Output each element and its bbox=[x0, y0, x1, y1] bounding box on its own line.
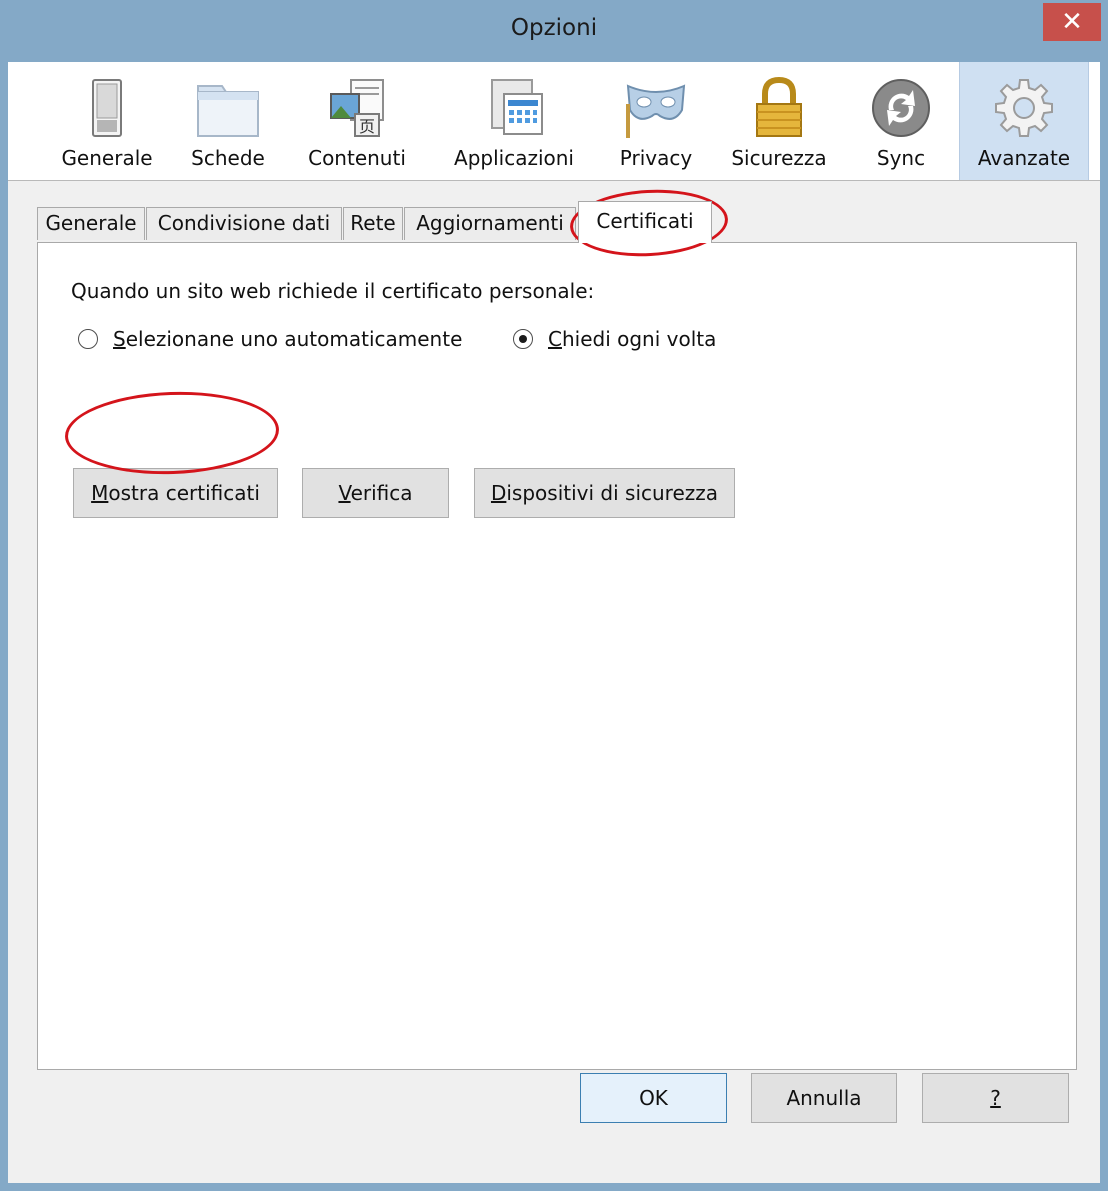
accesskey-letter: D bbox=[490, 481, 507, 505]
pane-label: Applicazioni bbox=[454, 146, 574, 170]
pane-toolbar: Generale Schede 页 Contenuti Applicazioni… bbox=[8, 62, 1100, 181]
ok-button[interactable]: OK bbox=[580, 1073, 727, 1123]
pane-contenuti[interactable]: 页 Contenuti bbox=[298, 62, 416, 180]
radio-label-rest: hiedi ogni volta bbox=[561, 327, 717, 351]
help-label: ? bbox=[990, 1086, 1001, 1110]
dialog-client-area: Generale Schede 页 Contenuti Applicazioni… bbox=[8, 62, 1100, 1183]
accesskey-letter: C bbox=[548, 327, 562, 351]
tab-aggiornamenti[interactable]: Aggiornamenti bbox=[404, 207, 576, 240]
pane-label: Generale bbox=[61, 146, 153, 170]
tab-condivisione-dati[interactable]: Condivisione dati bbox=[146, 207, 342, 240]
pane-avanzate[interactable]: Avanzate bbox=[959, 62, 1089, 180]
cancel-button[interactable]: Annulla bbox=[751, 1073, 897, 1123]
pane-label: Privacy bbox=[619, 146, 693, 170]
tab-rete[interactable]: Rete bbox=[343, 207, 403, 240]
show-certificates-button[interactable]: Mostra certificati bbox=[73, 468, 278, 518]
help-button[interactable]: ? bbox=[922, 1073, 1069, 1123]
radio-button[interactable] bbox=[78, 329, 98, 349]
privacy-mask-icon bbox=[626, 84, 686, 138]
radio-label-rest: elezionane uno automaticamente bbox=[125, 327, 463, 351]
toggle-switch-icon bbox=[92, 79, 122, 137]
sync-icon bbox=[872, 79, 930, 137]
pane-privacy[interactable]: Privacy bbox=[606, 62, 706, 180]
pane-applicazioni[interactable]: Applicazioni bbox=[436, 62, 592, 180]
options-window: Opzioni ✕ Generale Schede 页 Contenuti Ap… bbox=[0, 0, 1108, 1191]
accesskey-letter: S bbox=[113, 327, 126, 351]
window-title: Opzioni bbox=[510, 15, 598, 41]
close-button[interactable]: ✕ bbox=[1043, 3, 1101, 41]
radio-button-checked[interactable] bbox=[513, 329, 533, 349]
pane-label: Sync bbox=[876, 146, 926, 170]
folder-tabs-icon bbox=[197, 85, 259, 137]
gear-icon bbox=[995, 79, 1053, 137]
pane-schede[interactable]: Schede bbox=[178, 62, 278, 180]
title-bar: Opzioni ✕ bbox=[0, 0, 1108, 62]
accesskey-letter: V bbox=[338, 481, 351, 505]
pane-sync[interactable]: Sync bbox=[856, 62, 946, 180]
radio-ask-every-time[interactable]: Chiedi ogni volta bbox=[513, 327, 743, 355]
applications-calendar-icon bbox=[491, 79, 543, 135]
certificates-panel: Quando un sito web richiede il certifica… bbox=[37, 242, 1077, 1070]
close-icon: ✕ bbox=[1061, 7, 1083, 37]
tab-certificati[interactable]: Certificati bbox=[578, 201, 712, 243]
radio-select-automatically[interactable]: Selezionane uno automaticamente bbox=[78, 327, 488, 355]
tab-generale[interactable]: Generale bbox=[37, 207, 145, 240]
content-page-icon: 页 bbox=[330, 79, 384, 137]
svg-text:页: 页 bbox=[359, 117, 375, 136]
verify-button[interactable]: Verifica bbox=[302, 468, 449, 518]
pane-label: Contenuti bbox=[308, 146, 406, 170]
security-devices-button[interactable]: Dispositivi di sicurezza bbox=[474, 468, 735, 518]
accesskey-letter: M bbox=[91, 481, 109, 505]
pane-label: Avanzate bbox=[977, 146, 1071, 170]
pane-generale[interactable]: Generale bbox=[48, 62, 166, 180]
client-certificate-heading: Quando un sito web richiede il certifica… bbox=[71, 279, 595, 303]
pane-label: Schede bbox=[191, 146, 265, 170]
pane-label: Sicurezza bbox=[731, 146, 827, 170]
pane-sicurezza[interactable]: Sicurezza bbox=[722, 62, 836, 180]
padlock-icon bbox=[756, 76, 802, 137]
